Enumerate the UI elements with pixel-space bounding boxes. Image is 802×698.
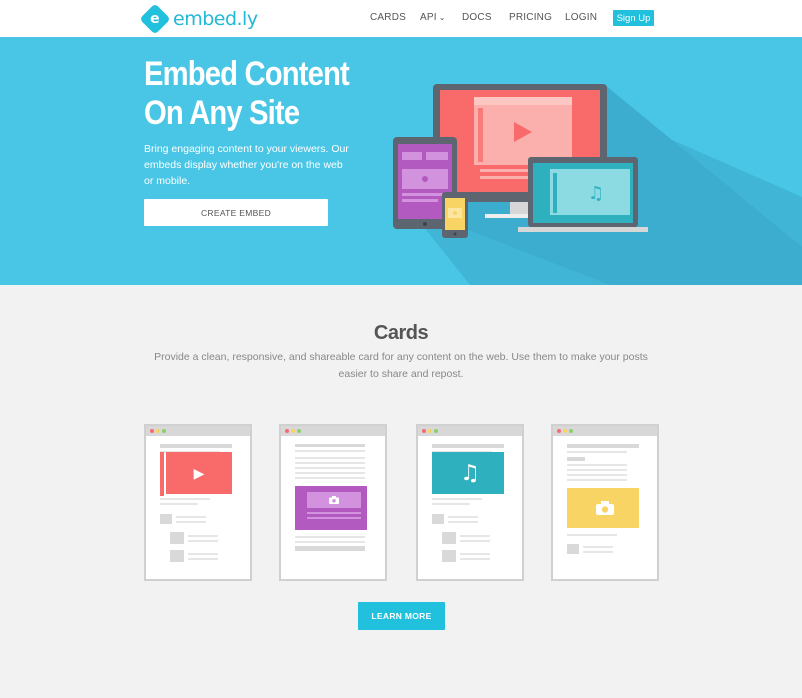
text-line <box>295 477 365 479</box>
thumbnail <box>170 532 184 544</box>
photo-block <box>299 486 367 530</box>
logo-text: embed.ly <box>173 8 258 30</box>
window-dot <box>422 429 426 433</box>
play-icon: ▶ <box>166 452 232 494</box>
camera-icon <box>307 492 361 508</box>
text-line <box>583 546 613 548</box>
create-embed-button[interactable]: CREATE EMBED <box>144 199 328 226</box>
window-dot <box>557 429 561 433</box>
text-line <box>460 535 490 537</box>
text-line <box>567 474 627 476</box>
text-line <box>307 517 361 519</box>
text-line <box>188 553 218 555</box>
top-navigation: e embed.ly CARDS API ⌄ DOCS PRICING LOGIN… <box>0 0 802 37</box>
window-bar <box>281 426 385 436</box>
title-line <box>432 444 504 448</box>
nav-pricing[interactable]: PRICING <box>509 12 552 23</box>
thumbnail <box>567 457 585 461</box>
text-line <box>460 540 490 542</box>
title-line <box>295 444 365 447</box>
devices-illustration: ♫ <box>393 84 802 285</box>
window-bar <box>146 426 250 436</box>
music-icon: ♫ <box>436 452 504 494</box>
text-line <box>295 467 365 469</box>
text-line <box>176 521 206 523</box>
window-dot <box>434 429 438 433</box>
cards-description: Provide a clean, responsive, and shareab… <box>154 351 648 380</box>
nav-api[interactable]: API ⌄ <box>420 12 446 23</box>
hero-title: Embed Content On Any Site <box>144 55 350 132</box>
text-line <box>176 516 206 518</box>
title-line <box>160 444 232 448</box>
video-card-example: ▶ <box>144 424 252 581</box>
text-line <box>295 472 365 474</box>
nav-docs[interactable]: DOCS <box>462 12 492 23</box>
text-line <box>432 503 470 505</box>
text-line <box>295 450 365 452</box>
window-dot <box>569 429 573 433</box>
chevron-down-icon: ⌄ <box>438 13 446 22</box>
text-line <box>307 512 361 514</box>
window-dot <box>285 429 289 433</box>
window-dot <box>291 429 295 433</box>
text-line <box>567 479 627 481</box>
text-line <box>295 457 365 459</box>
text-line <box>188 558 218 560</box>
text-line <box>295 462 365 464</box>
nav-login[interactable]: LOGIN <box>565 12 597 23</box>
svg-text:♫: ♫ <box>588 183 604 204</box>
window-dot <box>156 429 160 433</box>
accent-bar <box>160 452 164 496</box>
window-dot <box>150 429 154 433</box>
thumbnail <box>567 544 579 554</box>
text-line <box>295 541 365 543</box>
nav-api-label: API <box>420 12 437 23</box>
signup-button[interactable]: Sign Up <box>613 10 654 26</box>
text-line <box>160 498 210 500</box>
text-line <box>448 516 478 518</box>
photo-card-example <box>279 424 387 581</box>
window-bar <box>553 426 657 436</box>
audio-card-example: ♫ <box>416 424 524 581</box>
text-line <box>188 540 218 542</box>
title-line <box>567 444 639 448</box>
image-card-example <box>551 424 659 581</box>
text-line <box>583 551 613 553</box>
text-line <box>448 521 478 523</box>
text-line <box>460 558 490 560</box>
hero-subtitle: Bring engaging content to your viewers. … <box>144 143 349 187</box>
thumbnail <box>442 532 456 544</box>
text-line <box>567 451 627 453</box>
learn-more-button[interactable]: LEARN MORE <box>358 602 445 630</box>
title-line <box>295 546 365 551</box>
nav-cards[interactable]: CARDS <box>370 12 406 23</box>
text-line <box>432 498 482 500</box>
text-line <box>295 536 365 538</box>
text-line <box>567 464 627 466</box>
window-bar <box>418 426 522 436</box>
text-line <box>188 535 218 537</box>
thumbnail <box>170 550 184 562</box>
thumbnail <box>432 514 444 524</box>
text-line <box>567 534 617 536</box>
text-line <box>460 553 490 555</box>
text-line <box>160 503 198 505</box>
window-dot <box>563 429 567 433</box>
cards-title: Cards <box>373 322 429 344</box>
thumbnail <box>160 514 172 524</box>
thumbnail <box>442 550 456 562</box>
hero-banner: Embed Content On Any Site Bring engaging… <box>0 37 802 285</box>
embedly-logo[interactable]: e embed.ly <box>139 3 258 35</box>
window-dot <box>297 429 301 433</box>
camera-icon <box>571 488 639 528</box>
logo-mark-icon: e <box>139 3 171 35</box>
text-line <box>567 469 627 471</box>
window-dot <box>428 429 432 433</box>
window-dot <box>162 429 166 433</box>
